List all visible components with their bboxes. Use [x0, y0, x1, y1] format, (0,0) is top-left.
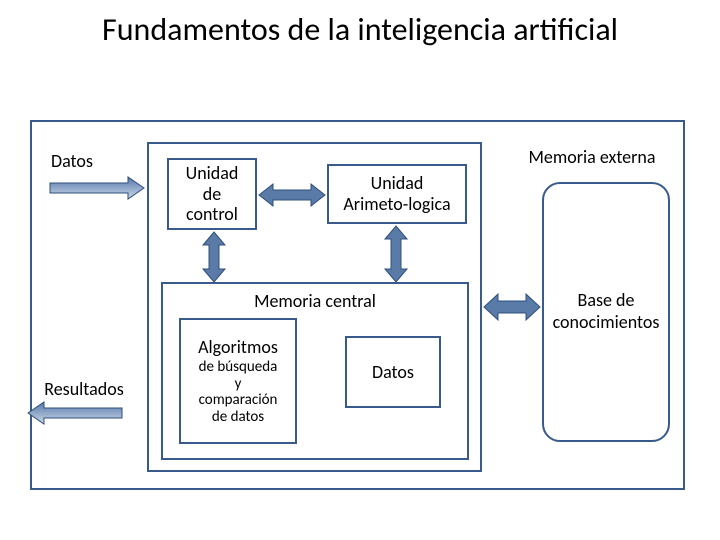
outer-frame: Datos Resultados Memoria externa Unidad … — [30, 120, 685, 490]
label-resultados: Resultados — [34, 380, 134, 400]
arrow-cpu-kb — [484, 294, 540, 320]
label-algoritmos-sub: de búsqueda y comparación de datos — [199, 359, 278, 425]
box-unidad-alu: Unidad Arimeto-logica — [327, 164, 467, 224]
box-algoritmos: Algoritmos de búsqueda y comparación de … — [179, 318, 297, 444]
arrow-resultados-out — [28, 402, 122, 424]
box-memoria-central: Memoria central Algoritmos de búsqueda y… — [161, 282, 469, 460]
label-datos: Datos — [42, 152, 102, 172]
arrow-alu-mem — [385, 226, 407, 282]
label-memoria-central: Memoria central — [163, 284, 467, 312]
arrow-control-mem — [203, 232, 225, 282]
label-memoria-externa: Memoria externa — [512, 148, 672, 168]
box-base-conocimientos: Base de conocimientos — [542, 182, 670, 442]
inner-frame: Unidad de control Unidad Arimeto-logica … — [147, 142, 482, 472]
box-datos: Datos — [345, 336, 441, 408]
page-title: Fundamentos de la inteligencia artificia… — [0, 0, 720, 49]
arrow-datos-in — [50, 177, 144, 199]
box-unidad-control: Unidad de control — [167, 158, 257, 230]
label-algoritmos-title: Algoritmos — [198, 337, 278, 358]
arrow-control-alu — [259, 184, 325, 206]
